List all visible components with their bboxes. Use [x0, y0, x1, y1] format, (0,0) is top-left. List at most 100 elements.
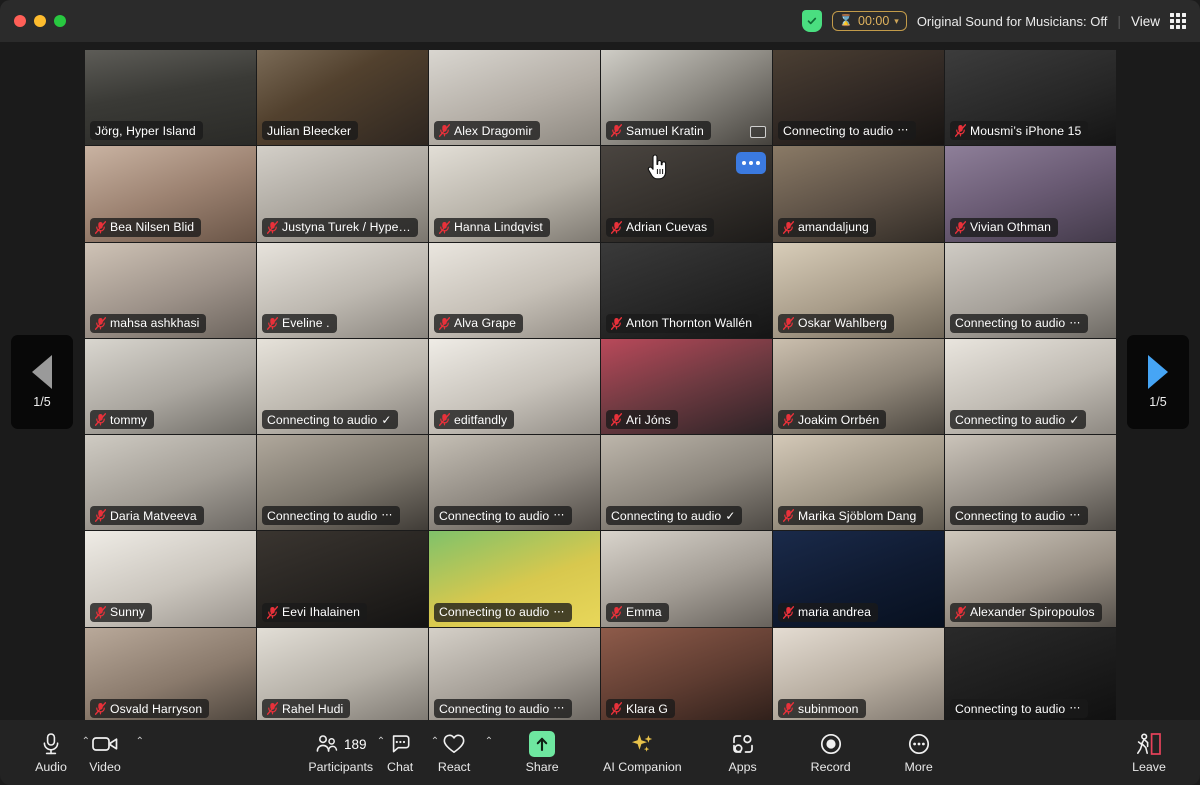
participant-name-label: Eevi Ihalainen	[282, 605, 360, 620]
participant-tile[interactable]: Klara G	[601, 627, 772, 724]
hourglass-icon: ⌛	[839, 14, 853, 27]
next-page-button[interactable]: 1/5	[1127, 335, 1189, 429]
participant-tile[interactable]: Anton Thornton Wallén	[601, 242, 772, 338]
participant-tile[interactable]: Alexander Spiropoulos	[945, 531, 1116, 627]
participant-tile[interactable]: Connecting to audio ✓	[601, 435, 772, 531]
mic-muted-icon	[267, 220, 278, 234]
participant-name-badge: Connecting to audio ✓	[950, 410, 1087, 430]
toolbar-button-label: Video	[89, 760, 121, 774]
toolbar-button-react[interactable]: React ⌃	[427, 720, 493, 785]
toolbar-button-more[interactable]: More	[892, 720, 946, 785]
previous-page-button[interactable]: 1/5	[11, 335, 73, 429]
mic-muted-icon	[611, 124, 622, 138]
participant-tile[interactable]: subinmoon	[773, 627, 944, 724]
participant-tile[interactable]: Connecting to audio ⋯	[429, 435, 600, 531]
participant-tile[interactable]: Sunny	[85, 531, 256, 627]
close-window-button[interactable]	[14, 15, 26, 27]
participant-tile[interactable]: Oskar Wahlberg	[773, 242, 944, 338]
participant-tile[interactable]: tommy	[85, 338, 256, 435]
participant-tile[interactable]: Mousmi’s iPhone 15	[945, 50, 1116, 146]
mic-muted-icon	[611, 413, 622, 427]
grid-view-icon[interactable]	[1170, 13, 1186, 29]
heart-icon	[442, 731, 466, 757]
mic-muted-icon	[611, 702, 622, 715]
participant-tile[interactable]: Osvald Harryson	[85, 627, 256, 724]
view-button-label[interactable]: View	[1131, 14, 1160, 29]
camera-icon	[91, 731, 119, 757]
participant-name-label: Connecting to audio	[783, 123, 894, 138]
participant-tile[interactable]: mahsa ashkhasi	[85, 242, 256, 338]
chevron-up-icon[interactable]: ⌃	[136, 736, 144, 747]
participant-tile[interactable]: Hanna Lindqvist	[429, 146, 600, 242]
participant-tile[interactable]: Connecting to audio ⋯	[945, 627, 1116, 724]
chevron-down-icon[interactable]: ▾	[894, 16, 899, 27]
participant-tile[interactable]: amandaljung	[773, 146, 944, 242]
participant-tile[interactable]: editfandly	[429, 338, 600, 435]
participant-tile[interactable]: Rahel Hudi	[257, 627, 428, 724]
participant-tile[interactable]: Ari Jóns	[601, 338, 772, 435]
participant-tile[interactable]: Eevi Ihalainen	[257, 531, 428, 627]
participant-tile[interactable]: Julian Bleecker	[257, 50, 428, 146]
meeting-timer[interactable]: ⌛ 00:00 ▾	[832, 11, 907, 31]
participant-tile[interactable]: Connecting to audio ⋯	[429, 531, 600, 627]
participant-name-label: Connecting to audio	[955, 508, 1066, 523]
participant-tile[interactable]: Marika Sjöblom Dang	[773, 435, 944, 531]
participant-tile[interactable]: Connecting to audio ⋯	[257, 435, 428, 531]
toolbar-button-participants[interactable]: 189 Participants ⌃	[308, 720, 385, 785]
minimize-window-button[interactable]	[34, 15, 46, 27]
participant-name-badge: Rahel Hudi	[262, 699, 351, 719]
participant-tile[interactable]: Samuel Kratin	[601, 50, 772, 146]
participant-tile[interactable]: Adrian Cuevas	[601, 146, 772, 242]
screen-share-indicator-icon	[750, 126, 766, 139]
participant-tile[interactable]: Daria Matveeva	[85, 435, 256, 531]
participant-name-badge: tommy	[90, 410, 155, 430]
participant-tile[interactable]: Connecting to audio ⋯	[773, 50, 944, 146]
tile-more-options-button[interactable]	[736, 152, 766, 175]
participant-tile[interactable]: Justyna Turek / Hype…	[257, 146, 428, 242]
participant-tile[interactable]: Connecting to audio ✓	[945, 338, 1116, 435]
toolbar-button-label: Apps	[728, 760, 757, 774]
participant-name-label: Sunny	[110, 605, 146, 620]
participant-tile[interactable]: Bea Nilsen Blid	[85, 146, 256, 242]
participant-name-label: Connecting to audio	[439, 701, 550, 716]
connecting-dots-icon: ⋯	[553, 702, 565, 715]
participant-name-badge: Connecting to audio ⋯	[434, 506, 572, 526]
maximize-window-button[interactable]	[54, 15, 66, 27]
participant-name-label: Connecting to audio	[439, 605, 550, 620]
toolbar-button-share[interactable]: Share	[515, 720, 569, 785]
participant-name-label: subinmoon	[798, 701, 859, 716]
participant-tile[interactable]: Connecting to audio ✓	[257, 338, 428, 435]
mic-muted-icon	[267, 702, 278, 715]
participant-name-badge: Sunny	[90, 602, 153, 622]
participant-tile[interactable]: maria andrea	[773, 531, 944, 627]
toolbar-button-record[interactable]: Record	[804, 720, 858, 785]
mic-muted-icon	[611, 316, 622, 330]
mic-muted-icon	[267, 316, 278, 330]
mouse-cursor-pointer-icon	[647, 154, 669, 185]
toolbar-button-leave[interactable]: Leave	[1122, 720, 1176, 785]
toolbar-button-audio[interactable]: Audio ⌃	[24, 720, 90, 785]
toolbar-button-apps[interactable]: Apps	[716, 720, 770, 785]
video-stage: 1/5 1/5 Jörg, Hyper Island Julian Bleecke…	[0, 42, 1200, 724]
toolbar-button-ai-companion[interactable]: AI Companion	[603, 720, 682, 785]
participant-tile[interactable]: Joakim Orrbén	[773, 338, 944, 435]
participant-name-label: Oskar Wahlberg	[798, 316, 887, 331]
participant-name-label: Joakim Orrbén	[798, 412, 880, 427]
toolbar-button-video[interactable]: Video ⌃	[78, 720, 144, 785]
original-sound-status[interactable]: Original Sound for Musicians: Off	[917, 14, 1108, 29]
participant-tile[interactable]: Alex Dragomir	[429, 50, 600, 146]
participant-tile[interactable]: Connecting to audio ⋯	[429, 627, 600, 724]
participant-tile[interactable]: Jörg, Hyper Island	[85, 50, 256, 146]
toolbar-button-label: More	[904, 760, 933, 774]
toolbar-button-chat[interactable]: Chat ⌃	[373, 720, 439, 785]
participant-tile[interactable]: Vivian Othman	[945, 146, 1116, 242]
shield-check-icon[interactable]	[802, 10, 823, 32]
participant-tile[interactable]: Connecting to audio ⋯	[945, 242, 1116, 338]
participant-name-label: mahsa ashkhasi	[110, 316, 200, 331]
participant-name-label: Hanna Lindqvist	[454, 220, 543, 235]
chevron-up-icon[interactable]: ⌃	[485, 736, 493, 747]
participant-tile[interactable]: Emma	[601, 531, 772, 627]
participant-tile[interactable]: Eveline .	[257, 242, 428, 338]
participant-tile[interactable]: Connecting to audio ⋯	[945, 435, 1116, 531]
participant-tile[interactable]: Alva Grape	[429, 242, 600, 338]
